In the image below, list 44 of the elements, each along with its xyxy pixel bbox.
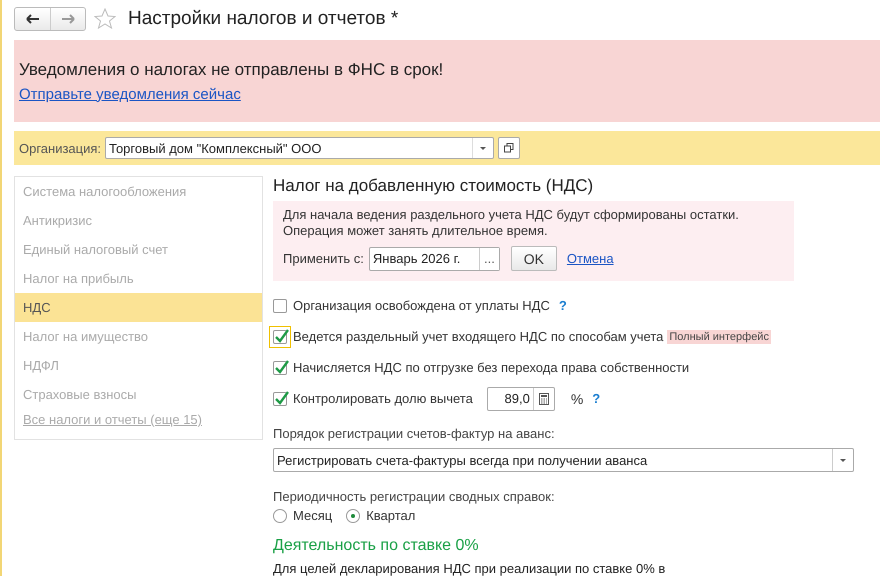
choose-button[interactable]: ... <box>478 248 499 270</box>
dropdown-caret-icon[interactable] <box>840 458 846 462</box>
back-arrow-icon <box>26 14 40 24</box>
date-field[interactable]: Январь 2026 г. ... <box>368 246 500 270</box>
invoice-order-label: Порядок регистрации счетов-фактур на аванс: <box>273 426 556 441</box>
open-window-icon <box>504 143 514 153</box>
alert-message: Уведомления о налогах не отправлены в ФНС в срок! <box>19 60 444 80</box>
checkmark-icon <box>274 358 289 374</box>
apply-from-label: Применить с: <box>283 251 364 266</box>
notice-text: Для начала ведения раздельного учета НДС будут сформированы остатки. <box>283 207 740 223</box>
section-title: Налог на добавленную стоимость (НДС) <box>273 176 594 196</box>
send-notifications-link[interactable]: Отправьте уведомления сейчас <box>19 86 241 102</box>
help-link[interactable]: ? <box>592 391 600 406</box>
radio-button[interactable] <box>346 508 360 522</box>
checkbox-label[interactable]: Ведется раздельный учет входящего НДС по способам учета <box>293 329 664 344</box>
forward-arrow-icon <box>61 14 75 24</box>
checkmark-icon <box>274 328 289 342</box>
zero-rate-text: Для целей декларирования НДС при реализации по ставке 0% в <box>273 561 666 576</box>
notice-text: Операция может занять длительное время. <box>283 223 549 239</box>
deduction-share-field[interactable]: 89,0 <box>486 386 555 410</box>
dropdown-caret-icon[interactable] <box>480 146 486 150</box>
checkbox-label[interactable]: Организация освобождена от уплаты НДС <box>293 298 550 313</box>
checkbox-label[interactable]: Начисляется НДС по отгрузке без перехода права собственности <box>293 360 690 375</box>
radio-button[interactable] <box>273 508 287 522</box>
calculator-icon[interactable] <box>538 392 549 404</box>
checkbox-label[interactable]: Контролировать долю вычета <box>293 391 473 406</box>
checkmark-icon <box>274 390 289 404</box>
sidebar-item[interactable]: НДС <box>15 293 262 322</box>
interface-tag: Полный интерфейс <box>667 330 771 344</box>
invoice-order-select[interactable]: Регистрировать счета-фактуры всегда при получении аванса <box>273 448 854 472</box>
radio-label[interactable]: Квартал <box>366 508 416 523</box>
ok-button[interactable]: OK <box>510 246 557 271</box>
percent-label: % <box>570 390 584 406</box>
period-label: Периодичность регистрации сводных справок: <box>273 489 556 504</box>
cancel-link[interactable]: Отмена <box>566 251 614 266</box>
organization-label: Организация: <box>19 140 102 156</box>
radio-label[interactable]: Месяц <box>293 508 332 523</box>
window-title: Настройки налогов и отчетов * <box>128 8 398 30</box>
subsection-title: Деятельность по ставке 0% <box>273 537 480 555</box>
open-button[interactable] <box>498 137 520 159</box>
checkbox[interactable] <box>269 326 291 348</box>
star-icon[interactable] <box>94 8 116 30</box>
help-link[interactable]: ? <box>558 298 567 313</box>
organization-field[interactable]: Торговый дом "Комплексный" ООО <box>105 137 494 159</box>
